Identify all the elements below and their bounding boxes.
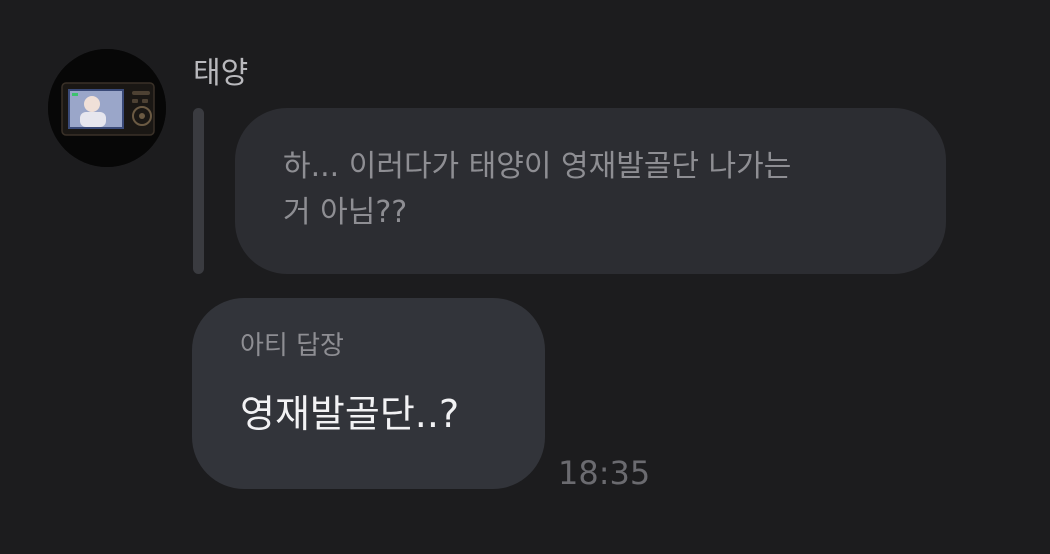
message-timestamp: 18:35	[558, 454, 651, 492]
reply-message-bubble[interactable]: 아티 답장 영재발골단..?	[192, 298, 545, 489]
avatar[interactable]	[48, 49, 166, 167]
quote-indicator-bar	[193, 108, 204, 274]
quoted-message-bubble[interactable]: 하... 이러다가 태양이 영재발골단 나가는 거 아님??	[235, 108, 946, 274]
camera-photo-icon	[48, 49, 166, 167]
sender-name: 태양	[193, 56, 249, 91]
reply-message-text: 영재발골단..?	[240, 392, 460, 436]
quoted-message-text: 하... 이러다가 태양이 영재발골단 나가는 거 아님??	[283, 149, 792, 230]
chat-screen: 태양 하... 이러다가 태양이 영재발골단 나가는 거 아님?? 아티 답장 …	[0, 0, 1050, 554]
reply-label: 아티 답장	[240, 331, 344, 361]
